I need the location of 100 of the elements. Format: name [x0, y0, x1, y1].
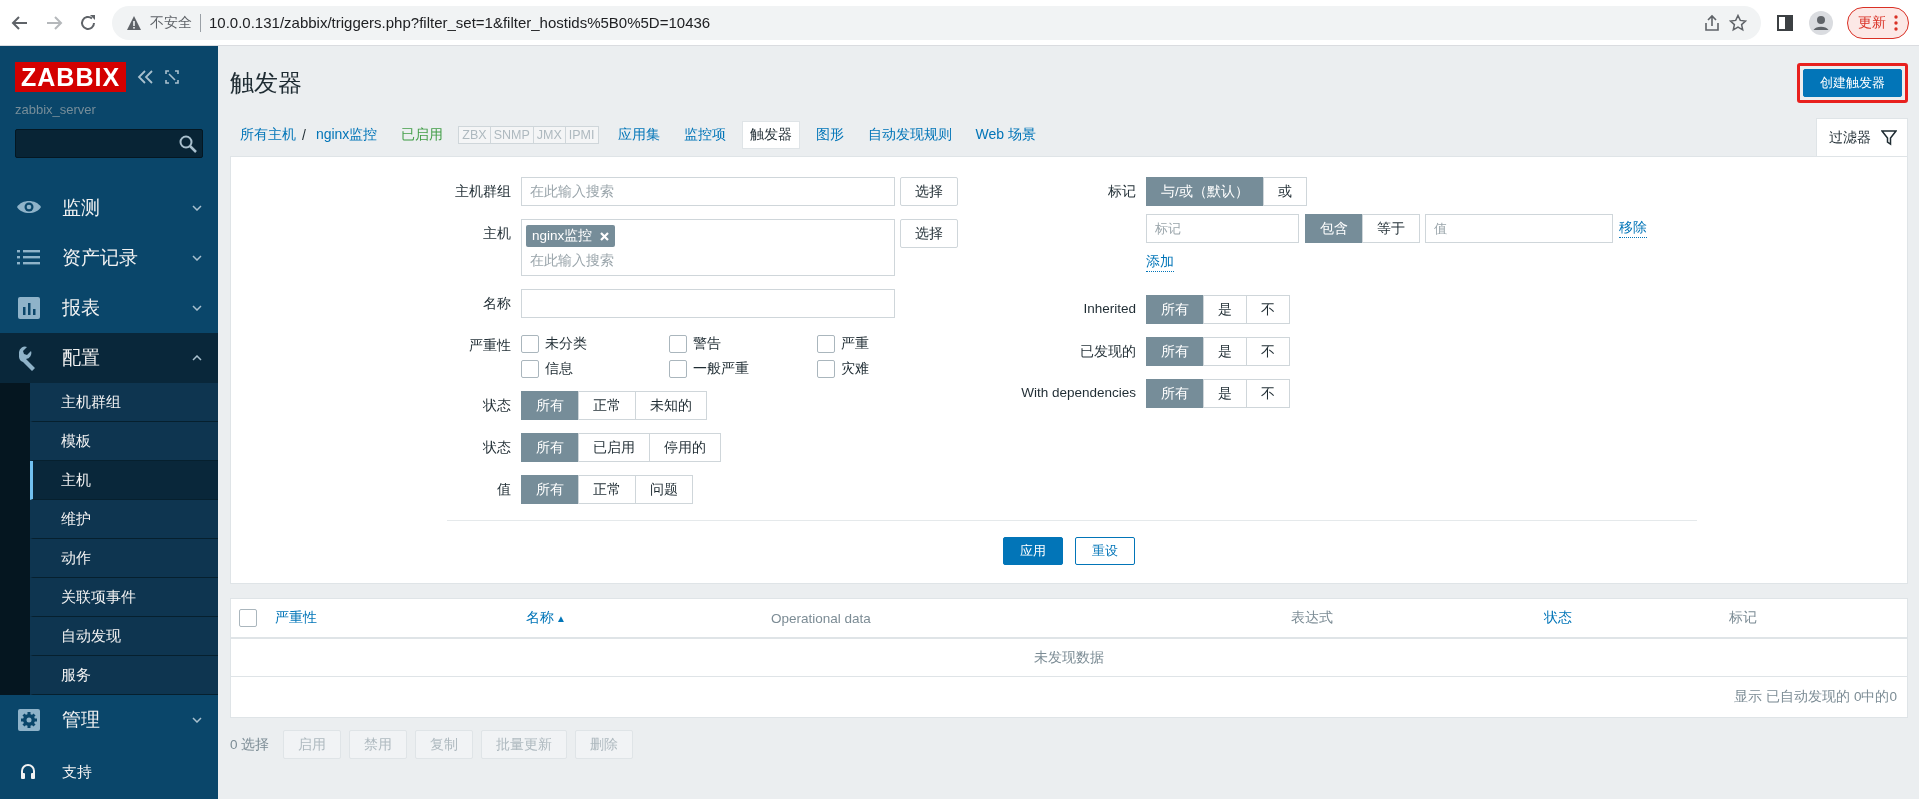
segment-option[interactable]: 正常 — [578, 391, 636, 420]
host-status: 已启用 — [400, 126, 445, 144]
segment-option[interactable]: 是 — [1203, 379, 1247, 408]
submenu-item[interactable]: 关联项事件 — [30, 578, 218, 617]
menu-item[interactable]: 报表 — [0, 283, 218, 333]
select-button[interactable]: 选择 — [900, 177, 958, 206]
field-label: 状态 — [482, 397, 511, 415]
column-header: Operational data — [771, 610, 872, 626]
chevron-down-icon — [192, 305, 202, 311]
segment-option[interactable]: 或 — [1262, 177, 1307, 206]
segment-option[interactable]: 所有 — [521, 475, 579, 504]
update-button[interactable]: 更新 — [1847, 6, 1909, 39]
segment-option[interactable]: 所有 — [1146, 295, 1204, 324]
breadcrumb-link[interactable]: nginx监控 — [305, 126, 384, 144]
segment-option[interactable]: 所有 — [1146, 337, 1204, 366]
submenu-item[interactable]: 服务 — [30, 656, 218, 695]
field-label: 严重性 — [468, 337, 511, 355]
segment-option[interactable]: 不 — [1246, 337, 1290, 366]
menu-item[interactable]: 资产记录 — [0, 233, 218, 283]
segment-option[interactable]: 停用的 — [649, 433, 721, 462]
reload-icon[interactable] — [78, 12, 98, 33]
segment-option[interactable]: 所有 — [521, 433, 579, 462]
checkbox-label: 警告 — [693, 335, 721, 353]
menu-item[interactable]: 管理 — [0, 695, 218, 745]
segment-option[interactable]: 包含 — [1305, 214, 1363, 243]
checkbox[interactable] — [521, 360, 539, 378]
field-label: 值 — [496, 481, 511, 499]
submenu-item[interactable]: 自动发现 — [30, 617, 218, 656]
apply-button[interactable]: 应用 — [1003, 537, 1063, 565]
zabbix-logo[interactable]: ZABBIX — [15, 62, 127, 92]
menu-item[interactable]: 配置 — [0, 333, 218, 383]
nav-tab[interactable]: 监控项 — [675, 121, 734, 149]
field-label: 已发现的 — [1079, 343, 1136, 361]
kiosk-mode-icon[interactable] — [164, 69, 181, 85]
collapse-icon[interactable] — [136, 69, 155, 85]
star-icon[interactable] — [1729, 13, 1747, 32]
remove-link[interactable]: 移除 — [1619, 219, 1647, 238]
sort-arrow: ▲ — [556, 613, 566, 624]
segment-option[interactable]: 是 — [1203, 337, 1247, 366]
segment-option[interactable]: 正常 — [578, 475, 636, 504]
table-summary: 显示 已自动发现的 0中的0 — [1733, 688, 1898, 706]
segment-option[interactable]: 等于 — [1362, 214, 1420, 243]
checkbox-label: 严重 — [841, 335, 869, 353]
column-header: 表达式 — [1291, 609, 1334, 627]
segment-option[interactable]: 是 — [1203, 295, 1247, 324]
submenu-item[interactable]: 动作 — [30, 539, 218, 578]
host-chip[interactable]: nginx监控 — [526, 225, 616, 247]
url-text: 10.0.0.131/zabbix/triggers.php?filter_set=1&filter_hostids%5B0%5D=10436 — [209, 14, 712, 31]
checkbox[interactable] — [817, 335, 835, 353]
name-field[interactable] — [521, 289, 895, 318]
segment-option[interactable]: 所有 — [521, 391, 579, 420]
filter-tab[interactable]: 过滤器 — [1816, 118, 1908, 156]
segment-option[interactable]: 问题 — [635, 475, 693, 504]
segment-option[interactable]: 未知的 — [635, 391, 707, 420]
checkbox[interactable] — [817, 360, 835, 378]
column-header[interactable]: 名称▲ — [526, 609, 771, 627]
field-label: 状态 — [482, 439, 511, 457]
submenu-item[interactable]: 主机 — [30, 461, 218, 500]
address-bar[interactable]: 不安全 10.0.0.131/zabbix/triggers.php?filter_set=1&filter_hostids%5B0%5D=10436 — [112, 5, 1761, 40]
nav-tab[interactable]: Web 场景 — [967, 121, 1044, 149]
breadcrumb-link[interactable]: 所有主机 — [230, 126, 302, 144]
segment-option[interactable]: 不 — [1246, 379, 1290, 408]
security-label: 不安全 — [150, 13, 192, 32]
nav-tab[interactable]: 触发器 — [741, 121, 800, 149]
field-label: 主机 — [482, 225, 511, 243]
segment-option[interactable]: 已启用 — [578, 433, 650, 462]
reset-button[interactable]: 重设 — [1075, 537, 1135, 565]
nav-tab[interactable]: 自动发现规则 — [859, 121, 960, 149]
add-link[interactable]: 添加 — [1146, 253, 1174, 272]
select-all-checkbox[interactable] — [239, 609, 257, 627]
share-icon[interactable] — [1703, 13, 1721, 32]
segment-option[interactable]: 与/或（默认） — [1146, 177, 1264, 206]
warning-icon — [126, 14, 142, 31]
select-button[interactable]: 选择 — [900, 219, 958, 248]
selected-count: 0 选择 — [230, 735, 270, 754]
submenu-item[interactable]: 主机群组 — [30, 383, 218, 422]
checkbox-label: 灾难 — [841, 360, 869, 378]
nav-tab[interactable]: 图形 — [807, 121, 852, 149]
menu-item[interactable]: 监测 — [0, 183, 218, 233]
column-header[interactable]: 严重性 — [275, 609, 526, 627]
column-header[interactable]: 状态 — [1544, 609, 1729, 627]
field-label: 标记 — [1107, 183, 1136, 201]
nav-tab[interactable]: 应用集 — [609, 121, 668, 149]
checkbox[interactable] — [669, 360, 687, 378]
create-trigger-button[interactable]: 创建触发器 — [1803, 69, 1902, 97]
segment-option[interactable]: 所有 — [1146, 379, 1204, 408]
search-field[interactable] — [15, 129, 203, 158]
remove-icon[interactable] — [600, 231, 610, 241]
headset-icon — [20, 763, 36, 781]
server-name: zabbix_server — [14, 101, 97, 119]
chevron-down-icon — [192, 717, 202, 723]
submenu-item[interactable]: 维护 — [30, 500, 218, 539]
profile-icon[interactable] — [1809, 10, 1833, 35]
interface-tag: JMX — [532, 126, 566, 144]
checkbox[interactable] — [521, 335, 539, 353]
multiselect-field[interactable]: nginx监控 在此输入搜索 — [521, 219, 895, 276]
side-panel-icon[interactable] — [1775, 12, 1795, 33]
segment-option[interactable]: 不 — [1246, 295, 1290, 324]
support-link[interactable]: 支持 — [0, 749, 218, 795]
checkbox[interactable] — [669, 335, 687, 353]
